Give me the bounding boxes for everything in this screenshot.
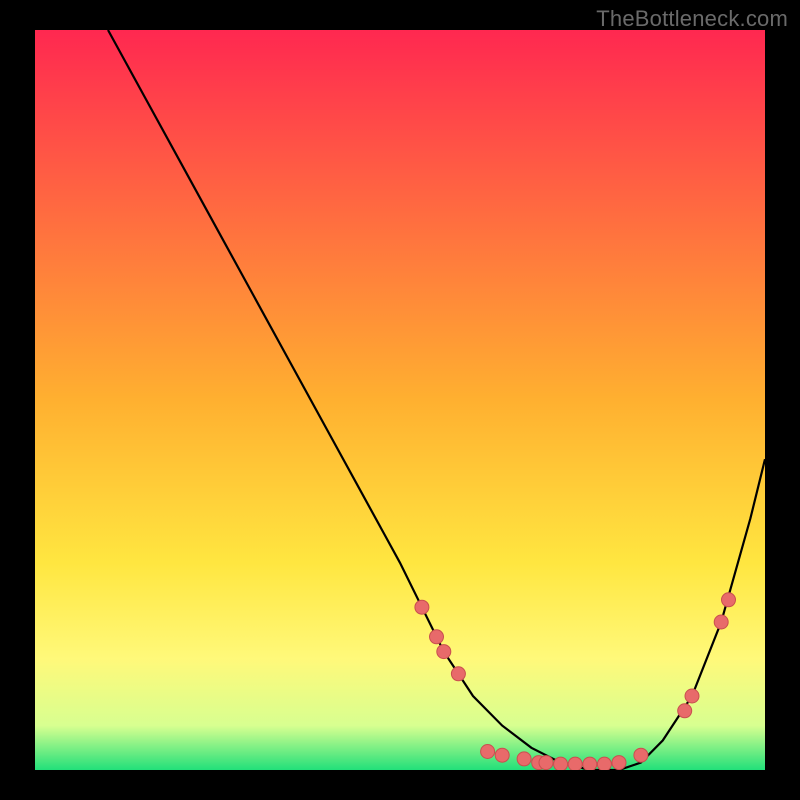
data-point bbox=[415, 600, 429, 614]
data-point bbox=[685, 689, 699, 703]
data-point bbox=[495, 748, 509, 762]
data-point bbox=[554, 757, 568, 770]
data-point bbox=[714, 615, 728, 629]
data-point bbox=[583, 757, 597, 770]
data-point bbox=[597, 757, 611, 770]
data-point bbox=[722, 593, 736, 607]
chart-plot-area bbox=[35, 30, 765, 770]
data-point bbox=[678, 704, 692, 718]
data-point bbox=[517, 752, 531, 766]
gradient-background bbox=[35, 30, 765, 770]
chart-svg bbox=[35, 30, 765, 770]
data-point bbox=[539, 756, 553, 770]
data-point bbox=[634, 748, 648, 762]
watermark-text: TheBottleneck.com bbox=[596, 6, 788, 32]
data-point bbox=[612, 756, 626, 770]
data-point bbox=[430, 630, 444, 644]
data-point bbox=[437, 645, 451, 659]
data-point bbox=[568, 757, 582, 770]
data-point bbox=[481, 745, 495, 759]
data-point bbox=[451, 667, 465, 681]
